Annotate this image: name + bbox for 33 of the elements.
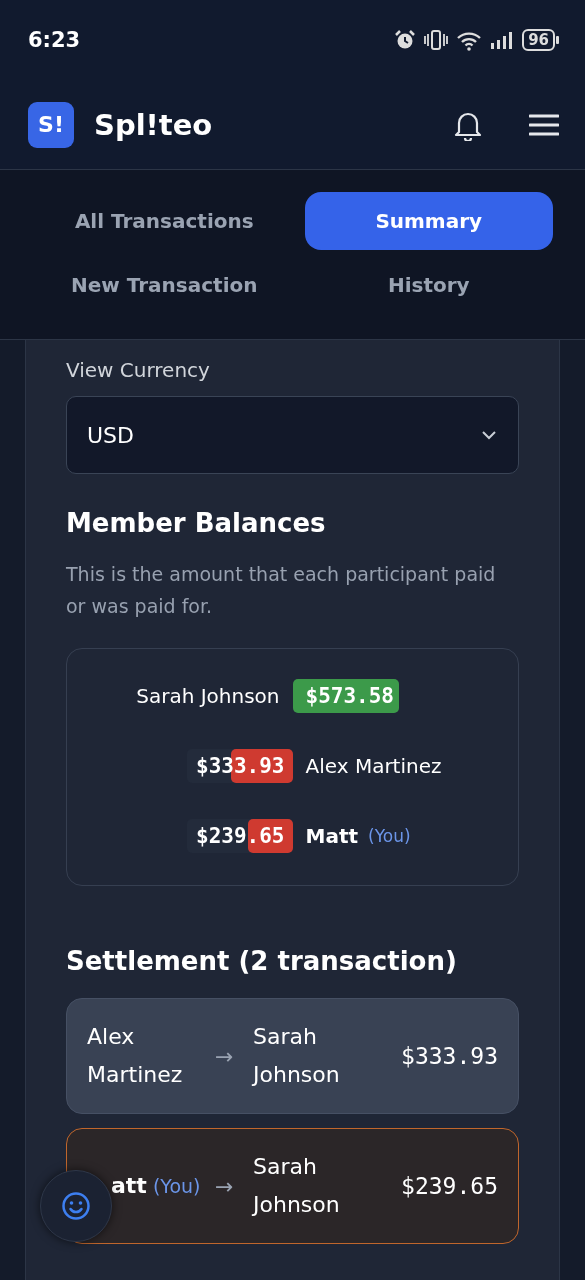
clock-time: 6:23 [28,28,81,52]
member-name: Alex Martinez [304,754,443,778]
wifi-icon [456,29,483,51]
balance-amount: $573.58 [304,684,394,708]
arrow-icon: → [215,1043,234,1069]
settlement-amount: $333.93 [401,1043,498,1069]
member-name: Sarah Johnson [135,684,281,708]
tab[interactable]: All Transactions [40,192,289,250]
section-heading: Settlement (2 transaction) [66,946,458,976]
member-name: Matt [304,824,360,848]
settlement-amount: $239.65 [401,1173,498,1199]
payer-name: att [111,1173,147,1198]
app-logo[interactable]: S! [28,101,74,148]
section-heading: Member Balances [66,508,327,538]
payee-name: Sarah Johnson [253,1153,341,1219]
field-label: View Currency [66,358,211,382]
tab[interactable]: History [304,256,553,314]
payee-name: Sarah Johnson [253,1023,341,1089]
signal-icon [490,30,515,50]
you-tag: (You) [368,826,411,846]
currency-dropdown[interactable]: USD [66,396,519,474]
app-title: Spl!teo [94,107,214,142]
smiley-icon [61,1191,91,1221]
chevron-icon [480,429,498,441]
alarm-icon [394,29,417,51]
tab[interactable]: Summary [304,192,553,250]
payer-name: Alex Martinez [87,1024,183,1087]
vibrate-icon [424,29,449,51]
tab[interactable]: New Transaction [40,256,289,314]
arrow-icon: → [215,1173,234,1199]
section-description: This is the amount that each participant paid or was paid for. [66,562,497,619]
you-tag: (You) [152,1175,201,1197]
menu-icon[interactable] [529,112,559,137]
